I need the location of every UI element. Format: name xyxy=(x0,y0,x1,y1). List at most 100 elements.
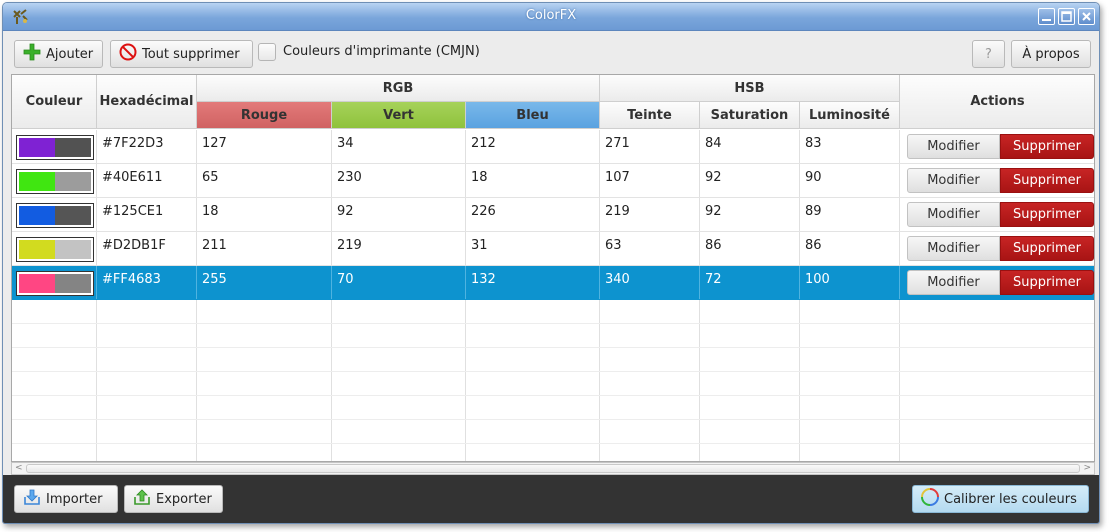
empty-cell xyxy=(12,396,97,419)
modify-button[interactable]: Modifier xyxy=(907,270,1000,295)
scroll-right-icon[interactable]: > xyxy=(1083,463,1091,473)
hex-cell: #7F22D3 xyxy=(97,130,197,163)
blue-cell: 18 xyxy=(466,164,600,197)
minimize-button[interactable] xyxy=(1038,8,1055,25)
empty-cell xyxy=(466,372,600,395)
empty-cell xyxy=(12,300,97,323)
empty-cell xyxy=(600,300,700,323)
hex-cell: #D2DB1F xyxy=(97,232,197,265)
empty-cell xyxy=(600,372,700,395)
modify-button[interactable]: Modifier xyxy=(907,202,1000,227)
delete-button[interactable]: Supprimer xyxy=(1000,270,1094,295)
header-color[interactable]: Couleur xyxy=(12,75,97,129)
window-title: ColorFX xyxy=(525,8,577,23)
help-icon: ? xyxy=(985,46,992,62)
green-cell: 219 xyxy=(332,232,466,265)
empty-cell xyxy=(466,420,600,443)
header-hsb: HSB xyxy=(600,75,900,102)
empty-cell xyxy=(97,300,197,323)
empty-cell xyxy=(800,372,900,395)
empty-cell xyxy=(197,444,332,461)
color-swatch xyxy=(16,237,94,262)
empty-cell xyxy=(97,348,197,371)
header-rgb: RGB xyxy=(197,75,600,102)
horizontal-scrollbar[interactable]: < > xyxy=(11,462,1095,475)
close-button[interactable] xyxy=(1078,8,1095,25)
empty-cell xyxy=(197,372,332,395)
header-red[interactable]: Rouge xyxy=(197,102,332,129)
modify-button[interactable]: Modifier xyxy=(907,236,1000,261)
empty-cell xyxy=(466,348,600,371)
empty-cell xyxy=(800,396,900,419)
empty-cell xyxy=(600,444,700,461)
blue-cell: 31 xyxy=(466,232,600,265)
red-cell: 255 xyxy=(197,266,332,299)
swatch-gray-half xyxy=(55,206,91,225)
cmyk-checkbox-label[interactable]: Couleurs d'imprimante (CMJN) xyxy=(283,44,480,59)
add-button[interactable]: Ajouter xyxy=(14,40,103,68)
delete-all-label: Tout supprimer xyxy=(142,46,240,62)
about-button[interactable]: À propos xyxy=(1011,40,1091,68)
table-row[interactable]: #FF4683 255 70 132 340 72 100 Modifier Supprimer xyxy=(12,266,1094,300)
delete-button[interactable]: Supprimer xyxy=(1000,168,1094,193)
delete-button[interactable]: Supprimer xyxy=(1000,202,1094,227)
saturation-cell: 92 xyxy=(700,164,800,197)
calibrate-button[interactable]: Calibrer les couleurs xyxy=(912,485,1089,513)
header-blue[interactable]: Bleu xyxy=(466,102,600,129)
table-row[interactable]: #7F22D3 127 34 212 271 84 83 Modifier Supprimer xyxy=(12,130,1094,164)
delete-button[interactable]: Supprimer xyxy=(1000,134,1094,159)
empty-cell xyxy=(600,324,700,347)
maximize-button[interactable] xyxy=(1058,8,1075,25)
saturation-cell: 84 xyxy=(700,130,800,163)
title-bar[interactable]: ColorFX xyxy=(3,3,1099,31)
empty-row xyxy=(12,444,1094,461)
empty-cell xyxy=(332,300,466,323)
cmyk-checkbox[interactable] xyxy=(258,43,276,61)
table-row[interactable]: #125CE1 18 92 226 219 92 89 Modifier Supprimer xyxy=(12,198,1094,232)
hue-cell: 219 xyxy=(600,198,700,231)
header-brightness[interactable]: Luminosité xyxy=(800,102,900,129)
table-row[interactable]: #D2DB1F 211 219 31 63 86 86 Modifier Supprimer xyxy=(12,232,1094,266)
bottom-bar: Importer Exporter Calibrer les couleurs xyxy=(3,475,1099,523)
empty-cell xyxy=(332,348,466,371)
empty-cell xyxy=(700,372,800,395)
table-row[interactable]: #40E611 65 230 18 107 92 90 Modifier Supprimer xyxy=(12,164,1094,198)
red-cell: 65 xyxy=(197,164,332,197)
green-cell: 92 xyxy=(332,198,466,231)
empty-cell xyxy=(12,372,97,395)
color-cell xyxy=(12,266,97,299)
modify-button[interactable]: Modifier xyxy=(907,134,1000,159)
header-hex[interactable]: Hexadécimal xyxy=(97,75,197,129)
empty-cell xyxy=(332,396,466,419)
hue-cell: 107 xyxy=(600,164,700,197)
empty-cell xyxy=(332,324,466,347)
swatch-gray-half xyxy=(55,138,91,157)
import-button[interactable]: Importer xyxy=(14,485,118,513)
empty-cell xyxy=(466,444,600,461)
hex-cell: #125CE1 xyxy=(97,198,197,231)
empty-cell xyxy=(700,396,800,419)
delete-all-button[interactable]: Tout supprimer xyxy=(110,40,253,68)
brightness-cell: 89 xyxy=(800,198,900,231)
prohibited-icon xyxy=(119,43,137,65)
header-hue[interactable]: Teinte xyxy=(600,102,700,129)
empty-cell xyxy=(600,420,700,443)
empty-cell xyxy=(900,300,1094,323)
app-window: ColorFX Ajouter Tout supprimer Couleurs … xyxy=(2,2,1100,524)
empty-cell xyxy=(466,324,600,347)
help-button[interactable]: ? xyxy=(972,40,1005,68)
modify-button[interactable]: Modifier xyxy=(907,168,1000,193)
scrollbar-thumb[interactable] xyxy=(26,464,1080,473)
red-cell: 127 xyxy=(197,130,332,163)
empty-cell xyxy=(900,396,1094,419)
blue-cell: 132 xyxy=(466,266,600,299)
color-swatch xyxy=(16,135,94,160)
delete-button[interactable]: Supprimer xyxy=(1000,236,1094,261)
scroll-left-icon[interactable]: < xyxy=(15,463,23,473)
empty-cell xyxy=(197,324,332,347)
header-saturation[interactable]: Saturation xyxy=(700,102,800,129)
header-green[interactable]: Vert xyxy=(332,102,466,129)
empty-cell xyxy=(700,348,800,371)
import-label: Importer xyxy=(46,491,103,507)
export-button[interactable]: Exporter xyxy=(124,485,223,513)
